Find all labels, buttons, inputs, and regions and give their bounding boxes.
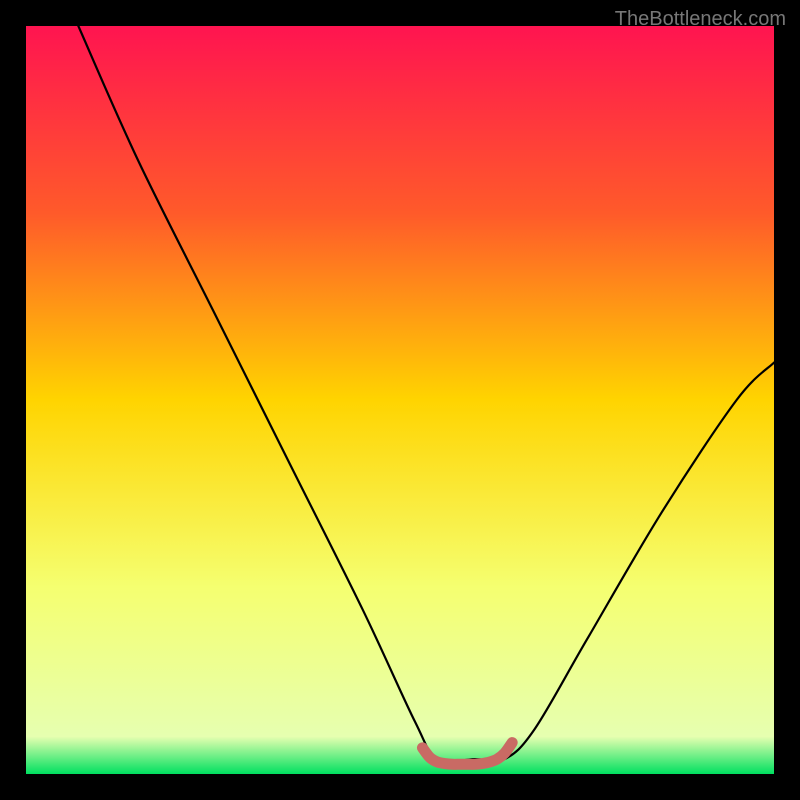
chart-svg xyxy=(26,26,774,774)
chart-frame xyxy=(26,26,774,774)
gradient-background xyxy=(26,26,774,774)
watermark-text: TheBottleneck.com xyxy=(615,8,786,31)
